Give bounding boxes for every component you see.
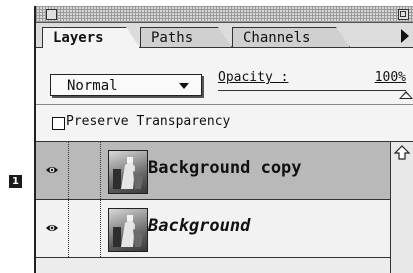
- opacity-slider-track[interactable]: [218, 90, 406, 91]
- arrow-up-icon[interactable]: [393, 144, 411, 162]
- palette-title-bar[interactable]: [36, 6, 413, 23]
- opacity-label: Opacity :: [218, 70, 289, 85]
- blend-opacity-row: Normal Opacity : 100%: [36, 48, 413, 105]
- callout-badge: 1: [9, 175, 22, 188]
- blend-mode-value: Normal: [67, 78, 118, 94]
- preserve-transparency-checkbox[interactable]: [52, 117, 65, 130]
- opacity-slider-thumb[interactable]: [399, 91, 413, 99]
- layer-thumbnail: [108, 150, 148, 194]
- layer-thumbnail: [108, 208, 148, 252]
- tab-layers[interactable]: Layers: [42, 27, 140, 48]
- eye-icon: [46, 225, 58, 231]
- triangle-right-icon[interactable]: [401, 29, 409, 43]
- layers-scrollbar[interactable]: [390, 142, 413, 273]
- preserve-transparency-row: Preserve Transparency: [36, 105, 413, 142]
- visibility-toggle[interactable]: [36, 142, 69, 199]
- chevron-down-icon: [179, 83, 189, 89]
- zoom-box-icon[interactable]: [398, 9, 409, 20]
- layer-name: Background: [148, 216, 251, 236]
- tab-channels[interactable]: Channels: [232, 27, 350, 47]
- eye-icon: [46, 167, 58, 173]
- layer-name: Background copy: [148, 158, 302, 178]
- layer-row-background-copy[interactable]: Background copy: [36, 142, 390, 200]
- link-cell[interactable]: [68, 200, 101, 257]
- visibility-toggle[interactable]: [36, 200, 69, 257]
- close-box-icon[interactable]: [46, 9, 57, 20]
- link-cell[interactable]: [68, 142, 101, 199]
- palette-tabs: Layers Paths Channels: [36, 23, 413, 48]
- blend-mode-select[interactable]: Normal: [50, 74, 202, 96]
- tab-paths[interactable]: Paths: [140, 27, 232, 47]
- preserve-transparency-label: Preserve Transparency: [66, 114, 231, 129]
- opacity-value[interactable]: 100%: [356, 70, 406, 85]
- layer-row-background[interactable]: Background: [36, 200, 390, 258]
- layers-palette: Layers Paths Channels Normal Opacity : 1…: [34, 6, 413, 273]
